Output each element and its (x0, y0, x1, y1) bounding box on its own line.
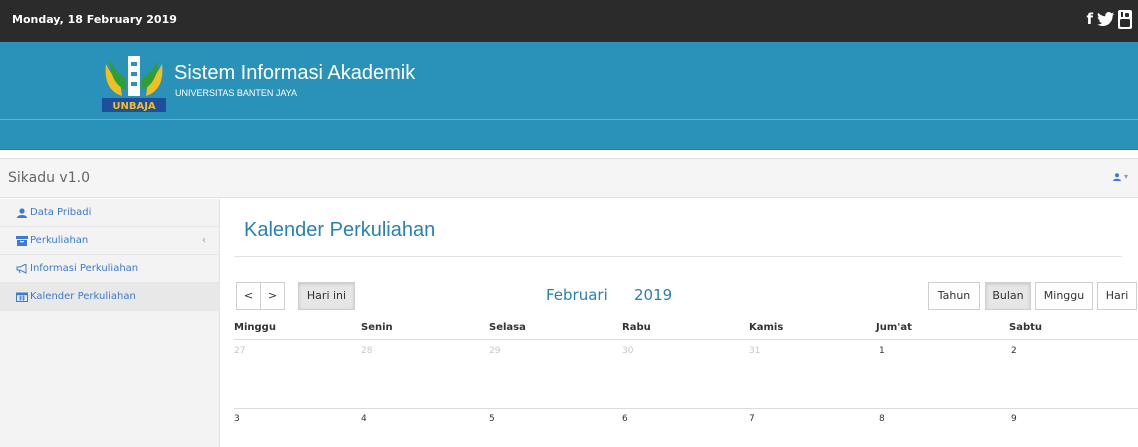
user-menu-toggle[interactable]: ▾ (1113, 172, 1128, 182)
social-links: f (1086, 9, 1132, 29)
calendar-day[interactable]: 8 (879, 414, 885, 424)
calendar-day[interactable]: 4 (361, 414, 367, 424)
top-bar: Monday, 18 February 2019 f (0, 0, 1138, 42)
sidebar-item-label: Informasi Perkuliahan (30, 263, 139, 274)
user-icon (17, 208, 27, 218)
calendar-icon (16, 292, 28, 302)
chevron-down-icon: ▾ (1123, 172, 1128, 181)
main-navbar (0, 120, 1138, 150)
weekday-header: Rabu (622, 322, 651, 333)
youtube-icon[interactable] (1118, 9, 1132, 29)
weekday-header: Kamis (749, 322, 784, 333)
calendar-day[interactable]: 3 (234, 414, 240, 424)
calendar-day[interactable]: 30 (622, 346, 633, 356)
weekday-header: Selasa (489, 322, 526, 333)
facebook-icon[interactable]: f (1086, 9, 1093, 29)
twitter-icon[interactable] (1097, 12, 1114, 26)
sidebar-item-label: Perkuliahan (30, 235, 89, 246)
view-tahun-button[interactable]: Tahun (928, 282, 980, 310)
user-icon (1113, 172, 1122, 181)
prev-button[interactable]: < (236, 282, 261, 310)
calendar-week-divider (234, 408, 1138, 409)
view-minggu-button[interactable]: Minggu (1035, 282, 1093, 310)
next-button[interactable]: > (260, 282, 285, 310)
chevron-left-icon: ‹ (202, 235, 206, 246)
calendar-day[interactable]: 5 (489, 414, 495, 424)
site-title: Sistem Informasi Akademik (174, 62, 416, 84)
calendar-day[interactable]: 27 (234, 346, 245, 356)
sidebar-item-data-pribadi[interactable]: Data Pribadi (0, 199, 220, 227)
svg-text:UNBAJA: UNBAJA (112, 101, 156, 112)
site-header: UNBAJA Sistem Informasi Akademik UNIVERS… (0, 42, 1138, 120)
sidebar-item-kalender-perkuliahan[interactable]: Kalender Perkuliahan (0, 283, 220, 311)
calendar-day[interactable]: 28 (361, 346, 372, 356)
sidebar-item-label: Data Pribadi (30, 207, 92, 218)
sidebar-item-label: Kalender Perkuliahan (30, 291, 136, 302)
site-subtitle: UNIVERSITAS BANTEN JAYA (175, 88, 298, 98)
calendar-header-divider (234, 339, 1138, 340)
today-button[interactable]: Hari ini (298, 282, 355, 310)
calendar-month: Februari (546, 286, 608, 304)
calendar-year: 2019 (634, 286, 673, 304)
unbaja-logo[interactable]: UNBAJA (100, 52, 168, 114)
calendar-day[interactable]: 1 (879, 346, 885, 356)
view-hari-button[interactable]: Hari (1097, 282, 1137, 310)
sidebar: Data Pribadi Perkuliahan ‹ Informasi Per… (0, 199, 220, 447)
current-date: Monday, 18 February 2019 (12, 13, 177, 26)
weekday-header: Jum'at (876, 322, 912, 333)
weekday-header: Sabtu (1009, 322, 1043, 333)
sidebar-item-informasi-perkuliahan[interactable]: Informasi Perkuliahan (0, 255, 220, 283)
calendar-day[interactable]: 7 (749, 414, 755, 424)
view-bulan-button[interactable]: Bulan (985, 282, 1031, 310)
calendar-day[interactable]: 6 (622, 414, 628, 424)
bullhorn-icon (16, 264, 27, 274)
calendar-day[interactable]: 2 (1011, 346, 1017, 356)
weekday-header: Senin (361, 322, 393, 333)
title-divider (234, 256, 1122, 257)
archive-icon (16, 236, 28, 246)
calendar-day[interactable]: 29 (489, 346, 500, 356)
sidebar-item-perkuliahan[interactable]: Perkuliahan ‹ (0, 227, 220, 255)
weekday-header: Minggu (234, 322, 276, 333)
calendar-day[interactable]: 31 (749, 346, 760, 356)
page-title: Kalender Perkuliahan (244, 219, 436, 241)
calendar-day[interactable]: 9 (1011, 414, 1017, 424)
app-title[interactable]: Sikadu v1.0 (8, 170, 90, 186)
app-bar: Sikadu v1.0 ▾ (0, 158, 1138, 198)
